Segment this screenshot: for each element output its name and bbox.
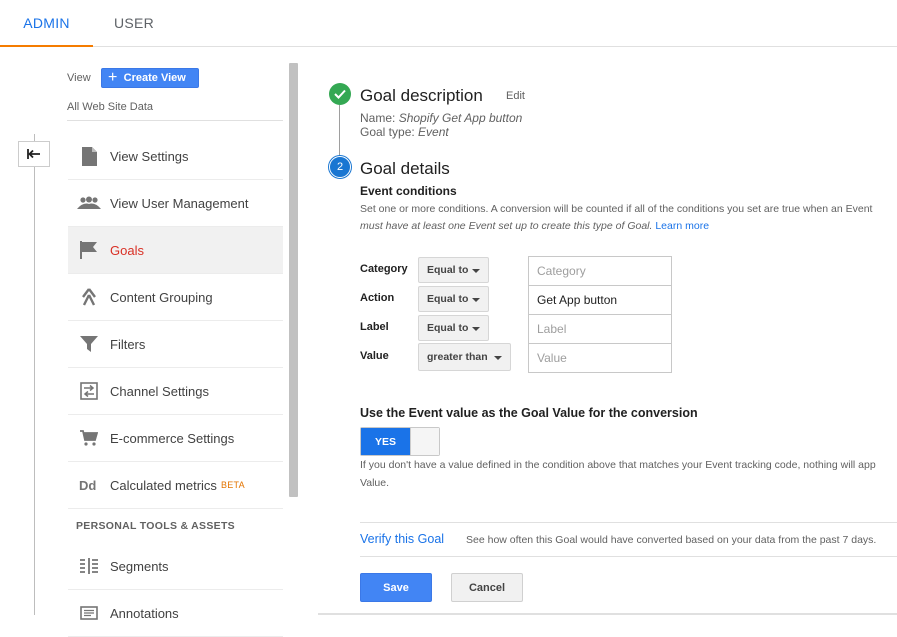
annotations-icon <box>68 606 110 620</box>
filter-icon <box>68 336 110 352</box>
top-tab-bar: ADMIN USER <box>0 0 897 47</box>
event-conditions-description: Set one or more conditions. A conversion… <box>360 203 873 215</box>
nav-item-goals[interactable]: Goals <box>68 227 283 274</box>
step-number-badge: 2 <box>329 156 351 178</box>
view-row: View + Create View <box>67 68 199 88</box>
edit-goal-description-link[interactable]: Edit <box>506 90 525 102</box>
cancel-button[interactable]: Cancel <box>451 573 523 602</box>
sidebar-scrollbar[interactable] <box>289 63 298 497</box>
view-selector[interactable]: All Web Site Data <box>67 101 153 113</box>
label-operator-select[interactable]: Equal to <box>418 315 489 341</box>
category-input[interactable] <box>528 256 672 286</box>
event-conditions-description-2: must have at least one Event set up to c… <box>360 217 709 235</box>
content-grouping-icon <box>68 288 110 306</box>
people-icon <box>68 196 110 210</box>
create-view-button[interactable]: + Create View <box>100 68 199 88</box>
section-title-personal-tools: PERSONAL TOOLS & ASSETS <box>76 520 235 532</box>
event-conditions-title: Event conditions <box>360 184 457 198</box>
nav-item-label: Content Grouping <box>110 289 213 305</box>
value-input[interactable] <box>528 343 672 373</box>
nav-item-label: Filters <box>110 336 146 352</box>
create-view-label: Create View <box>123 72 186 84</box>
chevron-down-icon <box>472 327 480 331</box>
verify-goal-link[interactable]: Verify this Goal <box>360 532 444 546</box>
tab-admin[interactable]: ADMIN <box>0 0 93 47</box>
toggle-on-label: YES <box>361 428 410 455</box>
goal-description-title: Goal description <box>360 86 483 105</box>
nav-item-ecommerce-settings[interactable]: E-commerce Settings <box>68 415 283 462</box>
chevron-down-icon <box>494 356 502 360</box>
plus-icon: + <box>107 69 118 86</box>
collapse-back-button[interactable] <box>18 141 50 167</box>
view-label: View <box>67 72 91 84</box>
beta-badge: BETA <box>220 480 245 490</box>
step-complete-icon <box>329 83 351 105</box>
condition-label-label: Label <box>360 321 389 333</box>
rail-divider <box>34 134 35 615</box>
action-input[interactable] <box>528 285 672 315</box>
nav-item-label: Segments <box>110 558 169 574</box>
svg-text:Dd: Dd <box>79 478 96 492</box>
learn-more-link[interactable]: Learn more <box>655 220 709 232</box>
nav-item-label: Channel Settings <box>110 383 210 399</box>
dd-icon: Dd <box>68 478 110 492</box>
condition-label-action: Action <box>360 292 395 304</box>
operator-value: Equal to <box>427 264 469 276</box>
goal-name-label: Name: <box>360 111 396 125</box>
toggle-help-line-1: If you don't have a value defined in the… <box>360 459 876 471</box>
category-operator-select[interactable]: Equal to <box>418 257 489 283</box>
nav-item-label: Calculated metrics <box>110 477 217 493</box>
divider <box>360 522 897 523</box>
operator-value: greater than <box>427 351 488 363</box>
condition-label-category: Category <box>360 263 408 275</box>
segments-icon <box>68 558 110 574</box>
view-nav: View Settings View User Management Goals… <box>68 133 283 637</box>
nav-item-content-grouping[interactable]: Content Grouping <box>68 274 283 321</box>
step-connector <box>339 105 340 156</box>
toggle-help-text: If you don't have a value defined in the… <box>360 456 897 492</box>
chevron-down-icon <box>472 298 480 302</box>
operator-value: Equal to <box>427 293 469 305</box>
nav-item-annotations[interactable]: Annotations <box>68 590 283 637</box>
operator-value: Equal to <box>427 322 469 334</box>
use-event-value-toggle[interactable]: YES <box>360 427 440 456</box>
document-icon <box>68 146 110 166</box>
goal-name-value: Shopify Get App button <box>398 111 523 125</box>
nav-item-view-settings[interactable]: View Settings <box>68 133 283 180</box>
nav-item-channel-settings[interactable]: Channel Settings <box>68 368 283 415</box>
goal-type-label: Goal type: <box>360 125 415 139</box>
toggle-help-line-2: Value. <box>360 477 389 489</box>
cart-icon <box>68 430 110 446</box>
nav-item-view-user-management[interactable]: View User Management <box>68 180 283 227</box>
value-operator-select[interactable]: greater than <box>418 343 511 371</box>
condition-label-value: Value <box>360 350 389 362</box>
checkmark-icon <box>334 89 346 99</box>
save-button[interactable]: Save <box>360 573 432 602</box>
nav-item-label: View User Management <box>110 195 249 211</box>
nav-item-calculated-metrics[interactable]: Dd Calculated metrics BETA <box>68 462 283 509</box>
chevron-down-icon <box>472 269 480 273</box>
use-event-value-title: Use the Event value as the Goal Value fo… <box>360 406 698 420</box>
back-arrow-icon <box>27 149 40 159</box>
goal-type-line: Goal type: Event <box>360 125 449 139</box>
label-input[interactable] <box>528 314 672 344</box>
nav-item-filters[interactable]: Filters <box>68 321 283 368</box>
toggle-knob <box>410 428 439 455</box>
tab-user[interactable]: USER <box>93 0 175 47</box>
event-conditions-note: must have at least one Event set up to c… <box>360 220 653 232</box>
action-operator-select[interactable]: Equal to <box>418 286 489 312</box>
goal-name-line: Name: Shopify Get App button <box>360 111 522 125</box>
nav-item-label: View Settings <box>110 148 189 164</box>
nav-item-label: Annotations <box>110 605 179 621</box>
nav-item-label: Goals <box>110 242 144 258</box>
verify-goal-description: See how often this Goal would have conve… <box>466 534 877 546</box>
divider <box>67 120 283 121</box>
goal-type-value: Event <box>418 125 449 139</box>
channel-settings-icon <box>68 382 110 400</box>
divider <box>360 556 897 557</box>
nav-item-label: E-commerce Settings <box>110 430 235 446</box>
nav-item-segments[interactable]: Segments <box>68 543 283 590</box>
goal-details-title: Goal details <box>360 159 450 178</box>
flag-icon <box>68 241 110 259</box>
